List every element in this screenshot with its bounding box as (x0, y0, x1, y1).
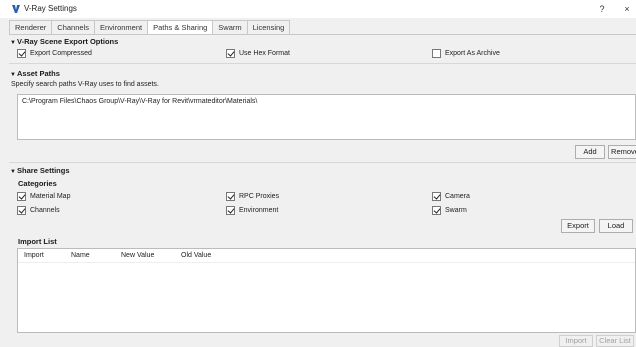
swarm-label: Swarm (445, 206, 467, 214)
checkbox-checked-icon (432, 205, 441, 215)
tab-channels[interactable]: Channels (51, 20, 95, 34)
checkbox-checked-icon (226, 48, 235, 58)
export-compressed-label: Export Compressed (30, 49, 92, 57)
title-bar: V-Ray Settings ? × (0, 0, 636, 18)
export-compressed-checkbox[interactable]: Export Compressed (17, 48, 92, 58)
share-settings-heading: Share Settings (17, 166, 70, 175)
collapse-triangle-icon: ▼ (10, 40, 16, 46)
environment-checkbox[interactable]: Environment (226, 205, 278, 215)
tab-divider (9, 34, 636, 35)
import-list-heading: Import List (18, 237, 57, 246)
import-list-table[interactable]: Import Name New Value Old Value (17, 248, 636, 333)
checkbox-unchecked-icon (432, 48, 441, 58)
add-path-button[interactable]: Add (575, 145, 605, 159)
environment-label: Environment (239, 206, 279, 214)
checkbox-checked-icon (432, 191, 441, 201)
checkbox-checked-icon (226, 205, 235, 215)
checkbox-checked-icon (17, 205, 26, 215)
checkbox-checked-icon (17, 48, 26, 58)
channels-label: Channels (30, 206, 60, 214)
camera-checkbox[interactable]: Camera (432, 191, 470, 201)
help-button[interactable]: ? (595, 2, 609, 16)
material-map-label: Material Map (30, 192, 71, 200)
checkbox-checked-icon (226, 191, 235, 201)
tab-paths-sharing[interactable]: Paths & Sharing (147, 20, 214, 35)
column-header-old-value[interactable]: Old Value (181, 252, 211, 259)
asset-paths-description: Specify search paths V-Ray uses to find … (11, 81, 159, 88)
remove-path-button[interactable]: Remove (608, 145, 636, 159)
column-header-new-value[interactable]: New Value (121, 252, 154, 259)
tab-renderer[interactable]: Renderer (9, 20, 53, 34)
asset-paths-heading: Asset Paths (17, 69, 60, 78)
checkbox-checked-icon (17, 191, 26, 201)
use-hex-format-checkbox[interactable]: Use Hex Format (226, 48, 290, 58)
categories-heading: Categories (18, 179, 57, 188)
section-divider (9, 162, 636, 163)
collapse-triangle-icon: ▼ (10, 169, 16, 175)
import-button[interactable]: Import (559, 335, 593, 347)
use-hex-format-label: Use Hex Format (239, 49, 290, 57)
tab-bar: Renderer Channels Environment Paths & Sh… (9, 20, 291, 35)
asset-paths-list[interactable]: C:\Program Files\Chaos Group\V-Ray\V-Ray… (17, 94, 636, 140)
asset-path-item[interactable]: C:\Program Files\Chaos Group\V-Ray\V-Ray… (22, 98, 257, 105)
swarm-checkbox[interactable]: Swarm (432, 205, 467, 215)
vray-app-icon (11, 4, 21, 14)
column-header-name[interactable]: Name (71, 252, 90, 259)
tab-licensing[interactable]: Licensing (246, 20, 291, 34)
column-header-import[interactable]: Import (24, 252, 44, 259)
scene-export-section-toggle[interactable]: ▼V-Ray Scene Export Options (10, 37, 118, 46)
export-settings-button[interactable]: Export (561, 219, 595, 233)
channels-checkbox[interactable]: Channels (17, 205, 60, 215)
export-as-archive-checkbox[interactable]: Export As Archive (432, 48, 500, 58)
share-settings-section-toggle[interactable]: ▼Share Settings (10, 166, 70, 175)
scene-export-heading: V-Ray Scene Export Options (17, 37, 119, 46)
collapse-triangle-icon: ▼ (10, 72, 16, 78)
load-settings-button[interactable]: Load (599, 219, 633, 233)
section-divider (9, 63, 636, 64)
clear-list-button[interactable]: Clear List (596, 335, 634, 347)
asset-paths-section-toggle[interactable]: ▼Asset Paths (10, 69, 60, 78)
tab-swarm[interactable]: Swarm (212, 20, 248, 34)
camera-label: Camera (445, 192, 470, 200)
window-title: V-Ray Settings (24, 4, 77, 13)
material-map-checkbox[interactable]: Material Map (17, 191, 70, 201)
export-as-archive-label: Export As Archive (445, 49, 500, 57)
header-divider (18, 262, 635, 263)
rpc-proxies-checkbox[interactable]: RPC Proxies (226, 191, 279, 201)
close-button[interactable]: × (620, 2, 634, 16)
tab-environment[interactable]: Environment (93, 20, 149, 34)
rpc-proxies-label: RPC Proxies (239, 192, 280, 200)
